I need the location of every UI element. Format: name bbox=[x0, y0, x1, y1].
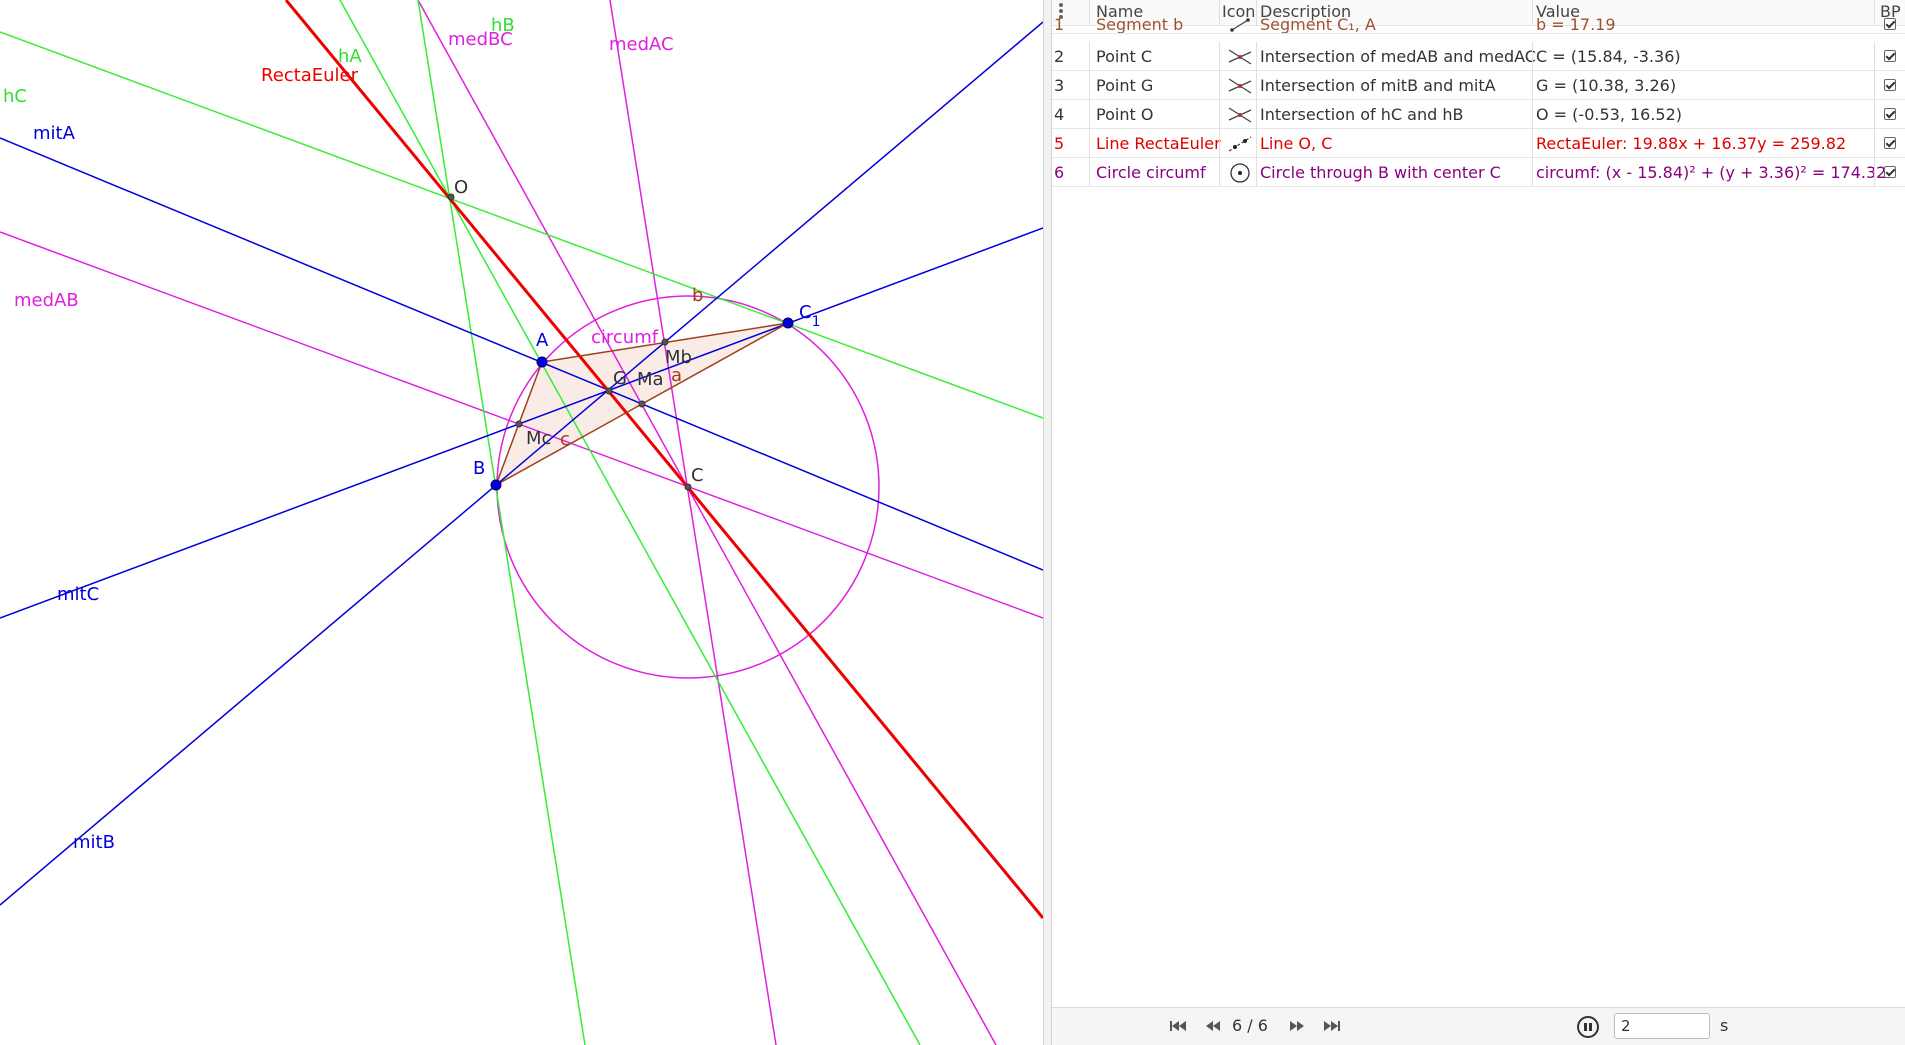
label-mitB: mitB bbox=[73, 832, 115, 853]
breakpoint-checkbox[interactable] bbox=[1884, 50, 1896, 62]
label-Ma: Ma bbox=[637, 369, 664, 390]
label-O: O bbox=[454, 177, 468, 198]
pause-icon[interactable] bbox=[1577, 1016, 1599, 1038]
mitB-line[interactable] bbox=[0, 21, 1043, 906]
construction-protocol: Name Icon Description Value BP 1 Segment… bbox=[1052, 0, 1905, 1045]
row-name: Circle circumf bbox=[1096, 163, 1206, 182]
protocol-row[interactable]: 1 Segment b Segment C₁, A b = 17.19 bbox=[1052, 18, 1905, 34]
protocol-row[interactable]: 4 Point O Intersection of hC and hB O = … bbox=[1052, 100, 1905, 129]
skip-previous-icon[interactable] bbox=[1200, 1016, 1226, 1036]
label-hC: hC bbox=[3, 86, 27, 107]
label-hA: hA bbox=[338, 46, 362, 67]
label-mitA: mitA bbox=[33, 123, 76, 144]
row-number: 1 bbox=[1054, 18, 1065, 34]
point-Mc[interactable] bbox=[515, 420, 523, 428]
label-medAC: medAC bbox=[609, 34, 674, 55]
row-number: 4 bbox=[1054, 105, 1065, 124]
medAC-line[interactable] bbox=[609, 0, 777, 1045]
row-value: b = 17.19 bbox=[1536, 18, 1616, 34]
label-rectaeuler: RectaEuler bbox=[261, 65, 359, 86]
step-indicator: 6 / 6 bbox=[1232, 1016, 1268, 1035]
rectaeuler-line[interactable] bbox=[284, 0, 1043, 919]
protocol-row[interactable]: 6 Circle circumf Circle through B with c… bbox=[1052, 158, 1905, 187]
label-Mc: Mc bbox=[526, 428, 551, 449]
row-value: C = (15.84, -3.36) bbox=[1536, 47, 1681, 66]
point-G[interactable] bbox=[605, 387, 613, 395]
skip-last-icon[interactable] bbox=[1320, 1016, 1346, 1036]
label-mitC: mitC bbox=[57, 584, 99, 605]
row-name: Point C bbox=[1096, 47, 1152, 66]
row-name: Line RectaEuler bbox=[1096, 134, 1221, 153]
protocol-row[interactable]: 2 Point C Intersection of medAB and medA… bbox=[1052, 42, 1905, 71]
protocol-row[interactable]: 5 Line RectaEuler Line O, C RectaEuler: … bbox=[1052, 129, 1905, 158]
mitA-line[interactable] bbox=[0, 137, 1043, 571]
row-number: 2 bbox=[1054, 47, 1065, 66]
label-A: A bbox=[536, 330, 549, 351]
intersect-icon bbox=[1226, 71, 1254, 100]
circle-center-icon bbox=[1226, 158, 1254, 187]
label-C: C bbox=[691, 465, 704, 486]
row-description: Intersection of mitB and mitA bbox=[1260, 76, 1496, 95]
row-value: G = (10.38, 3.26) bbox=[1536, 76, 1677, 95]
point-Mb[interactable] bbox=[661, 338, 669, 346]
breakpoint-checkbox[interactable] bbox=[1884, 79, 1896, 91]
label-medAB: medAB bbox=[14, 290, 79, 311]
breakpoint-checkbox[interactable] bbox=[1884, 108, 1896, 120]
row-value: RectaEuler: 19.88x + 16.37y = 259.82 bbox=[1536, 134, 1847, 153]
delay-unit-label: s bbox=[1720, 1016, 1729, 1035]
intersect-icon bbox=[1226, 100, 1254, 129]
row-description: Segment C₁, A bbox=[1260, 18, 1376, 34]
skip-next-icon[interactable] bbox=[1284, 1016, 1310, 1036]
segment-icon bbox=[1228, 18, 1252, 33]
intersect-icon bbox=[1226, 42, 1254, 71]
label-B: B bbox=[473, 458, 485, 479]
point-Ma[interactable] bbox=[638, 400, 646, 408]
row-name: Point G bbox=[1096, 76, 1154, 95]
row-value: circumf: (x - 15.84)² + (y + 3.36)² = 17… bbox=[1536, 163, 1887, 182]
point-C1[interactable] bbox=[782, 317, 794, 329]
hA-line[interactable] bbox=[339, 0, 921, 1045]
medBC-line[interactable] bbox=[417, 0, 997, 1045]
protocol-row[interactable]: 3 Point G Intersection of mitB and mitA … bbox=[1052, 71, 1905, 100]
breakpoint-checkbox[interactable] bbox=[1884, 137, 1896, 149]
label-hB: hB bbox=[491, 15, 515, 36]
row-name: Point O bbox=[1096, 105, 1154, 124]
point-B[interactable] bbox=[490, 479, 502, 491]
hB-line[interactable] bbox=[417, 0, 586, 1045]
protocol-navigation-bar: 6 / 6 s bbox=[1052, 1007, 1905, 1045]
delay-input[interactable] bbox=[1614, 1013, 1710, 1039]
row-description: Intersection of hC and hB bbox=[1260, 105, 1464, 124]
line-icon bbox=[1226, 129, 1254, 158]
row-description: Intersection of medAB and medAC bbox=[1260, 47, 1536, 66]
label-b: b bbox=[692, 285, 703, 306]
graphics-view[interactable]: hC mitA RectaEuler hA medBC hB medAC O m… bbox=[0, 0, 1043, 1045]
label-G: G bbox=[613, 368, 627, 389]
label-a: a bbox=[671, 365, 682, 386]
view-splitter[interactable] bbox=[1043, 0, 1052, 1045]
skip-first-icon[interactable] bbox=[1164, 1016, 1190, 1036]
label-circumf: circumf bbox=[591, 327, 659, 348]
geometry-canvas[interactable]: hC mitA RectaEuler hA medBC hB medAC O m… bbox=[0, 0, 1043, 1045]
row-description: Circle through B with center C bbox=[1260, 163, 1501, 182]
row-description: Line O, C bbox=[1260, 134, 1333, 153]
breakpoint-checkbox[interactable] bbox=[1884, 166, 1896, 178]
row-number: 5 bbox=[1054, 134, 1065, 153]
row-value: O = (-0.53, 16.52) bbox=[1536, 105, 1683, 124]
hC-line[interactable] bbox=[0, 31, 1043, 419]
row-name: Segment b bbox=[1096, 18, 1184, 34]
row-number: 3 bbox=[1054, 76, 1065, 95]
breakpoint-checkbox[interactable] bbox=[1884, 18, 1896, 30]
point-A[interactable] bbox=[536, 356, 548, 368]
label-c: c bbox=[560, 429, 570, 450]
row-number: 6 bbox=[1054, 163, 1065, 182]
label-C1: C1 bbox=[799, 302, 821, 330]
